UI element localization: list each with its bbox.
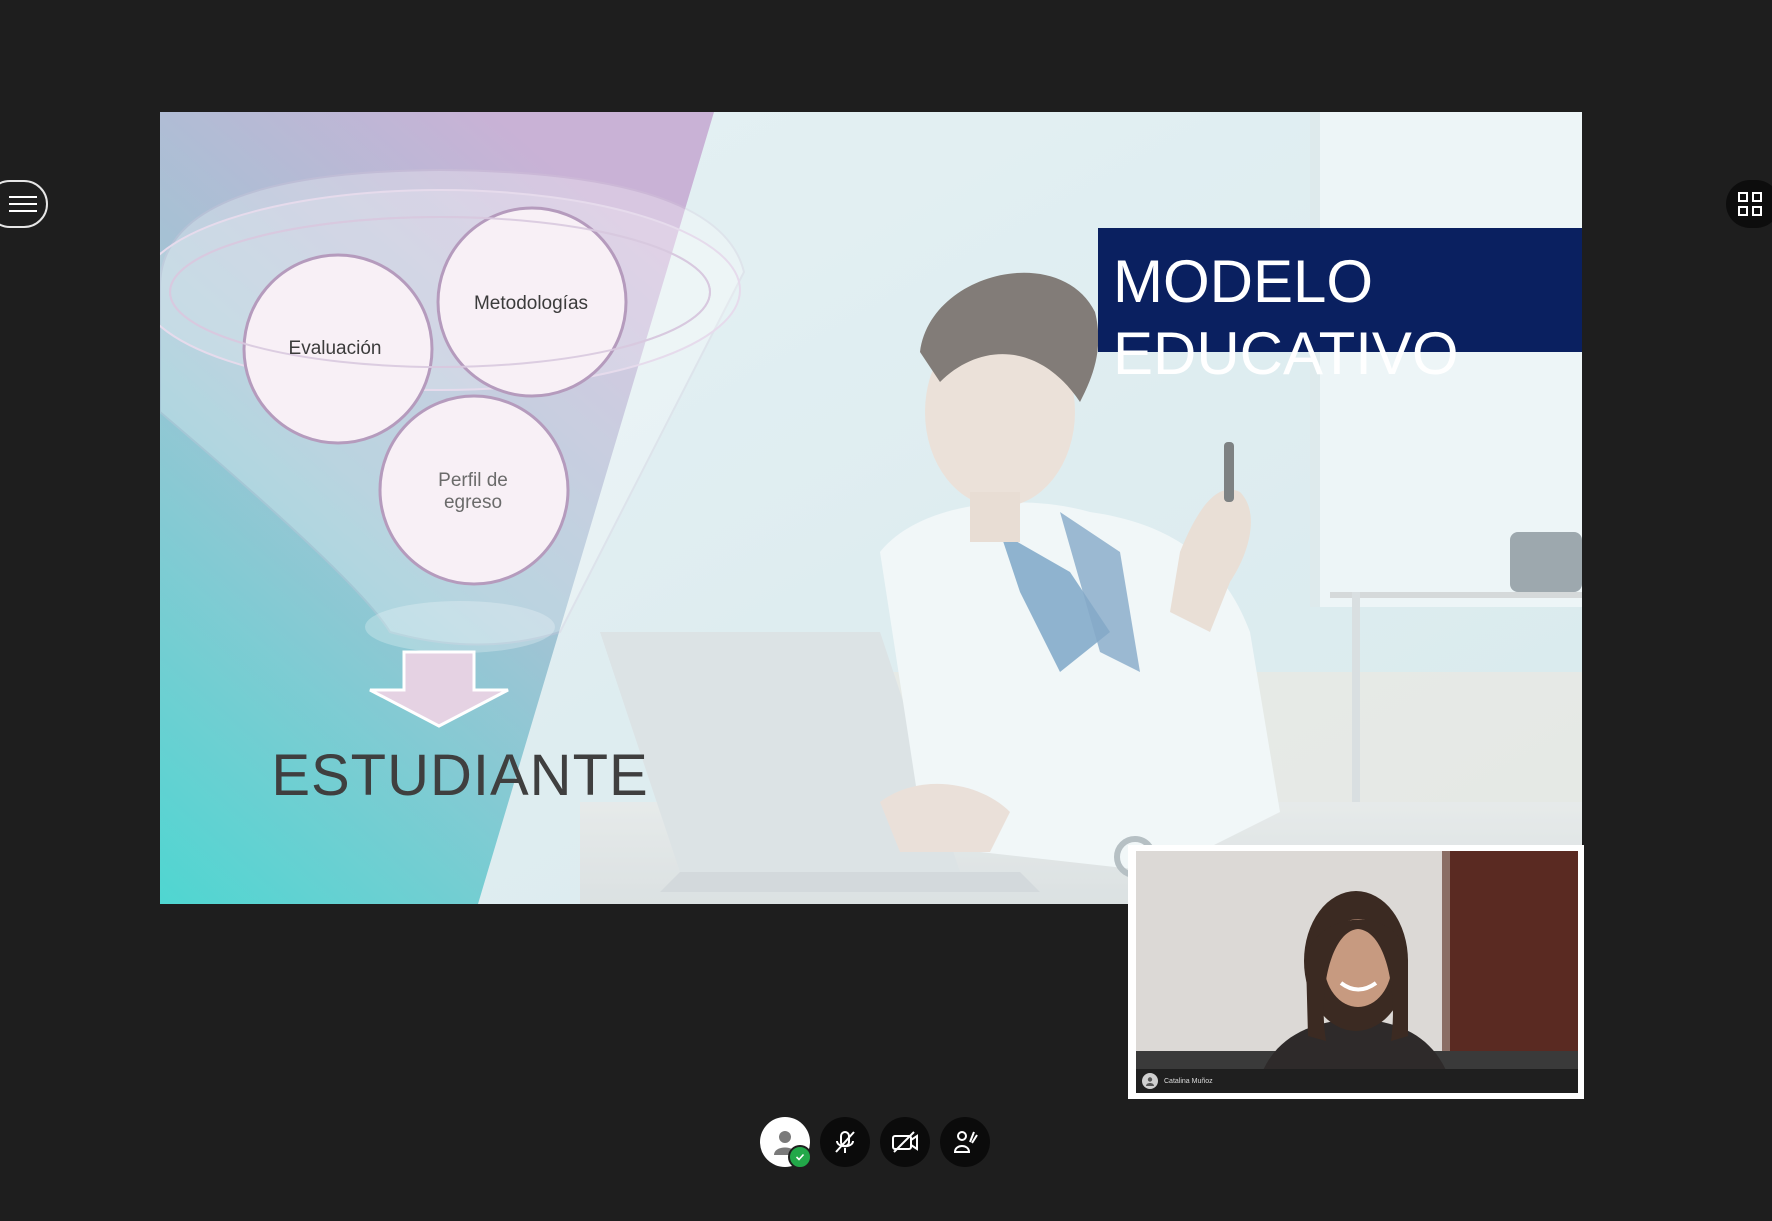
meeting-controls (760, 1117, 990, 1169)
check-icon (788, 1145, 812, 1169)
layout-toggle-button[interactable] (1726, 180, 1772, 228)
funnel-item-evaluacion: Evaluación (288, 338, 382, 359)
menu-button[interactable] (0, 180, 48, 228)
presentation-slide: Evaluación Metodologías Perfil de egreso… (160, 112, 1582, 904)
participant-image (1136, 851, 1578, 1093)
microphone-muted-icon (835, 1131, 855, 1153)
slide-title: MODELO EDUCATIVO (1113, 248, 1459, 387)
participant-video[interactable]: Catalina Muñoz (1128, 845, 1584, 1099)
microphone-button[interactable] (820, 1117, 870, 1167)
camera-off-icon (892, 1131, 918, 1153)
funnel-item-metodologias: Metodologías (473, 293, 589, 314)
participant-name: Catalina Muñoz (1164, 1077, 1213, 1085)
hamburger-icon (9, 191, 37, 217)
participant-avatar-icon (1142, 1073, 1158, 1089)
video-feed: Catalina Muñoz (1136, 851, 1578, 1093)
result-label: ESTUDIANTE (271, 743, 649, 808)
raise-hand-icon (953, 1131, 978, 1153)
user-status-button[interactable] (760, 1117, 812, 1169)
funnel-item-perfil: Perfil de egreso (438, 470, 508, 513)
participant-name-bar: Catalina Muñoz (1136, 1069, 1578, 1093)
camera-button[interactable] (880, 1117, 930, 1167)
grid-layout-icon (1738, 192, 1762, 216)
raise-hand-button[interactable] (940, 1117, 990, 1167)
